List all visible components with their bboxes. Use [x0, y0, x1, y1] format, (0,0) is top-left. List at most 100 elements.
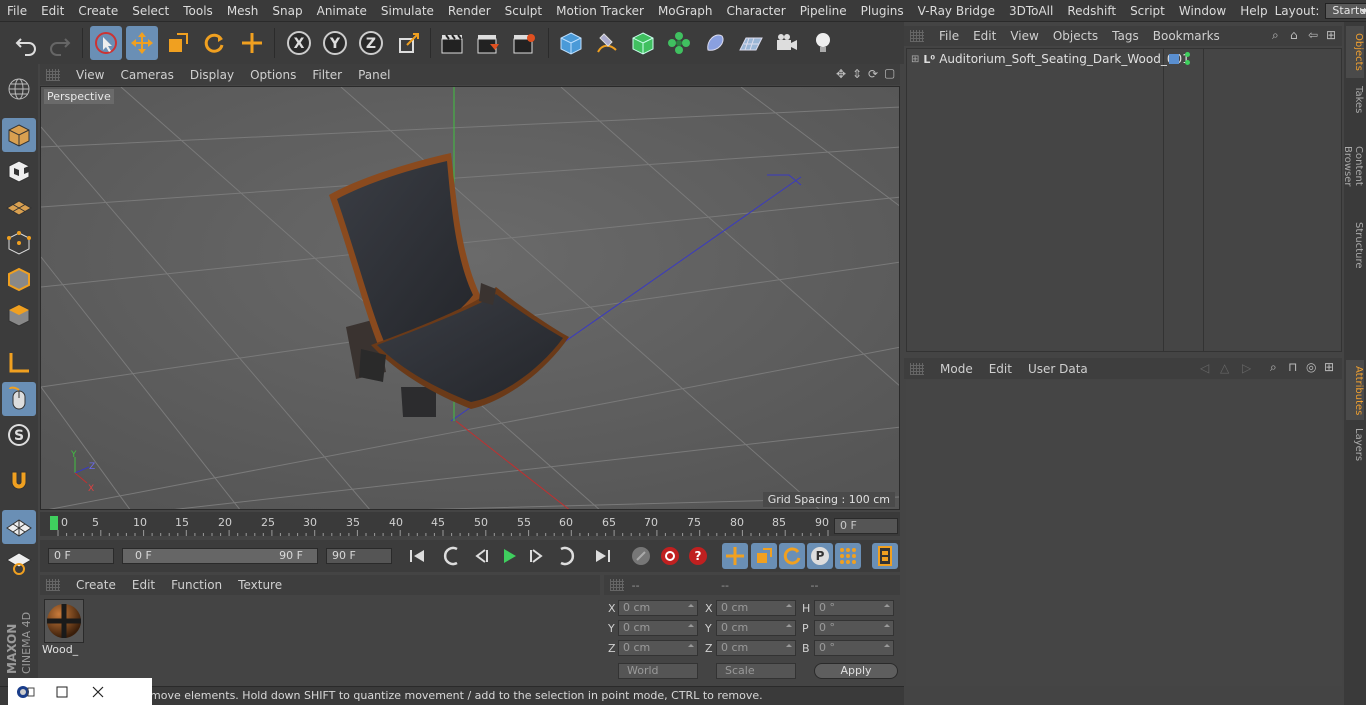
pen-spline-button[interactable] [591, 26, 623, 60]
workplane-button[interactable] [2, 190, 36, 224]
move-tool-button[interactable] [126, 26, 158, 60]
menu-mesh[interactable]: Mesh [220, 0, 266, 22]
workplane-snap-button[interactable] [2, 510, 36, 544]
tweak-mode-button[interactable] [2, 382, 36, 416]
close-button[interactable] [80, 678, 116, 705]
arrow-up-icon[interactable]: △ [1220, 361, 1229, 375]
arrow-right-icon[interactable]: ▷ [1242, 361, 1251, 375]
prev-keyframe-button[interactable] [440, 543, 466, 569]
menu-mograph[interactable]: MoGraph [651, 0, 720, 22]
menu-sculpt[interactable]: Sculpt [498, 0, 549, 22]
expand-plus-icon[interactable]: ⊞ [911, 54, 919, 65]
material-menu-texture[interactable]: Texture [230, 578, 290, 592]
z-axis-button[interactable]: Z [355, 26, 387, 60]
menu-edit[interactable]: Edit [34, 0, 71, 22]
panel-grip-icon[interactable] [910, 30, 924, 42]
tab-structure[interactable]: Structure [1346, 216, 1364, 272]
goto-end-button[interactable] [590, 543, 616, 569]
panel-grip-icon[interactable] [910, 362, 924, 375]
polygons-mode-button[interactable] [2, 298, 36, 332]
cube-object-button[interactable] [555, 26, 587, 60]
object-menu-view[interactable]: View [1003, 29, 1045, 43]
object-menu-edit[interactable]: Edit [966, 29, 1003, 43]
attribute-menu-user-data[interactable]: User Data [1020, 362, 1096, 376]
layout-select[interactable]: Startup [1325, 2, 1366, 19]
object-menu-file[interactable]: File [932, 29, 966, 43]
key-rotation-button[interactable] [779, 543, 805, 569]
menu-help[interactable]: Help [1233, 0, 1274, 22]
viewport-camera-label[interactable]: Perspective [44, 89, 114, 104]
prev-frame-button[interactable] [468, 543, 494, 569]
menu-plugins[interactable]: Plugins [854, 0, 911, 22]
menu-redshift[interactable]: Redshift [1060, 0, 1123, 22]
back-icon[interactable]: ⇦ [1308, 28, 1318, 42]
material-swatch[interactable] [44, 599, 84, 643]
light-button[interactable] [807, 26, 839, 60]
solo-button[interactable]: S [2, 418, 36, 452]
render-picture-viewer-button[interactable] [472, 26, 504, 60]
search-icon[interactable]: ⌕ [1272, 28, 1279, 43]
material-menu-function[interactable]: Function [163, 578, 230, 592]
new-panel-icon[interactable]: ⊞ [1326, 28, 1336, 42]
timeline-window-button[interactable] [872, 543, 898, 569]
next-keyframe-button[interactable] [552, 543, 578, 569]
menu-vray-bridge[interactable]: V-Ray Bridge [911, 0, 1002, 22]
recent-tool-button[interactable] [236, 26, 268, 60]
y-axis-button[interactable]: Y [319, 26, 351, 60]
coordinate-system-button[interactable] [393, 26, 425, 60]
make-editable-button[interactable] [2, 72, 36, 106]
viewport-menu-filter[interactable]: Filter [304, 68, 350, 82]
menu-file[interactable]: File [0, 0, 34, 22]
tab-attributes[interactable]: Attributes [1346, 360, 1364, 420]
rotation-p-field[interactable]: 0 ° [814, 620, 894, 636]
render-view-button[interactable] [436, 26, 468, 60]
position-x-field[interactable]: 0 cm [618, 600, 698, 616]
apply-button[interactable]: Apply [814, 663, 898, 679]
viewport-menu-panel[interactable]: Panel [350, 68, 398, 82]
layer-color-icon[interactable] [1169, 54, 1179, 64]
material-name-label[interactable]: Wood_ [42, 643, 86, 656]
object-row[interactable]: ⊞ L⁰ Auditorium_Soft_Seating_Dark_Wood_0… [907, 51, 1343, 67]
size-x-field[interactable]: 0 cm [716, 600, 796, 616]
target-icon[interactable]: ◎ [1306, 360, 1316, 374]
goto-start-button[interactable] [404, 543, 430, 569]
attribute-menu-edit[interactable]: Edit [981, 362, 1020, 376]
play-button[interactable] [496, 543, 522, 569]
menu-snap[interactable]: Snap [265, 0, 309, 22]
position-z-field[interactable]: 0 cm [618, 640, 698, 656]
material-menu-edit[interactable]: Edit [124, 578, 163, 592]
panel-grip-icon[interactable] [46, 579, 60, 591]
points-mode-button[interactable] [2, 226, 36, 260]
editor-visibility-icon[interactable] [1185, 52, 1190, 57]
key-pla-button[interactable] [835, 543, 861, 569]
undo-button[interactable] [10, 26, 42, 60]
rotation-h-field[interactable]: 0 ° [814, 600, 894, 616]
record-active-button[interactable] [628, 543, 654, 569]
panel-grip-icon[interactable] [46, 68, 60, 81]
object-name[interactable]: Auditorium_Soft_Seating_Dark_Wood_001 [939, 52, 1190, 66]
menu-character[interactable]: Character [719, 0, 792, 22]
menu-create[interactable]: Create [71, 0, 125, 22]
viewport-dolly-icon[interactable]: ⇕ [852, 67, 862, 81]
scale-tool-button[interactable] [162, 26, 194, 60]
object-menu-tags[interactable]: Tags [1105, 29, 1146, 43]
tab-layers[interactable]: Layers [1346, 422, 1364, 462]
subdivision-button[interactable] [627, 26, 659, 60]
edges-mode-button[interactable] [2, 262, 36, 296]
end-frame-field[interactable]: 90 F [326, 548, 392, 564]
viewport-menu-view[interactable]: View [68, 68, 112, 82]
arrow-left-icon[interactable]: ◁ [1200, 361, 1209, 375]
coord-system-dropdown[interactable]: World [618, 663, 698, 679]
redo-button[interactable] [44, 26, 76, 60]
tab-content-browser[interactable]: Content Browser [1342, 120, 1364, 212]
menu-pipeline[interactable]: Pipeline [793, 0, 854, 22]
key-scale-button[interactable] [751, 543, 777, 569]
menu-window[interactable]: Window [1172, 0, 1233, 22]
menu-render[interactable]: Render [441, 0, 498, 22]
position-y-field[interactable]: 0 cm [618, 620, 698, 636]
axis-mode-button[interactable] [2, 346, 36, 380]
viewport-move-icon[interactable]: ✥ [836, 67, 846, 81]
next-frame-button[interactable] [524, 543, 550, 569]
quantize-button[interactable] [2, 546, 36, 580]
start-frame-field[interactable]: 0 F [48, 548, 114, 564]
